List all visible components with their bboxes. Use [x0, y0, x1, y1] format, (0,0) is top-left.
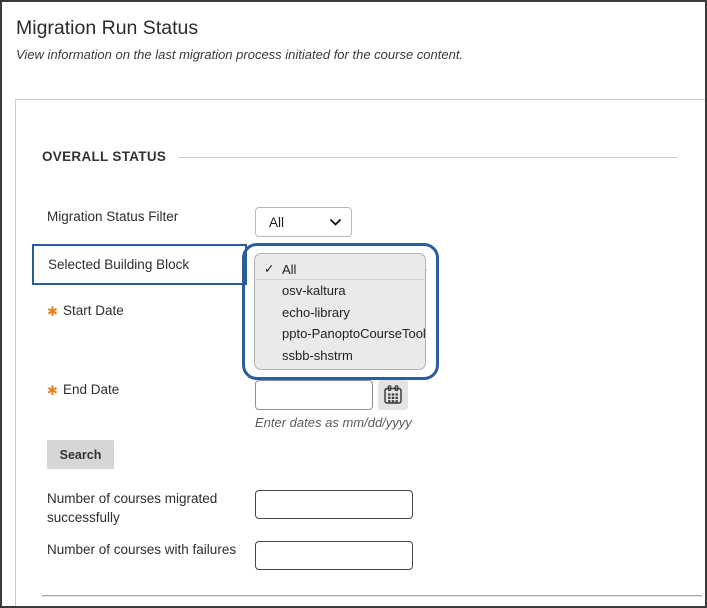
- menu-item-label: ppto-PanoptoCourseTool: [282, 326, 426, 341]
- menu-item-all[interactable]: ✓ All: [255, 259, 425, 280]
- end-date-input[interactable]: [255, 380, 373, 410]
- bottom-divider: [42, 595, 702, 596]
- courses-migrated-input[interactable]: [255, 490, 413, 519]
- building-block-dropdown-callout: ✓ All osv-kaltura echo-library ppto-Pano…: [242, 243, 439, 380]
- menu-item-osv-kaltura[interactable]: osv-kaltura: [255, 280, 425, 301]
- calendar-icon: [382, 384, 404, 406]
- menu-item-ppto-panoptocoursetool[interactable]: ppto-PanoptoCourseTool: [255, 323, 425, 344]
- menu-item-label: ssbb-shstrm: [282, 348, 353, 363]
- building-block-dropdown-menu: ✓ All osv-kaltura echo-library ppto-Pano…: [254, 253, 426, 370]
- menu-item-label: osv-kaltura: [282, 283, 346, 298]
- check-icon: ✓: [264, 259, 274, 280]
- selected-building-block-label: Selected Building Block: [48, 257, 189, 272]
- chevron-down-icon: [330, 219, 341, 226]
- courses-failures-input[interactable]: [255, 541, 413, 570]
- search-button[interactable]: Search: [47, 440, 114, 469]
- menu-item-echo-library[interactable]: echo-library: [255, 302, 425, 323]
- end-date-label: End Date: [63, 382, 119, 397]
- migration-status-selected-value: All: [269, 215, 284, 230]
- migration-run-status-page: Migration Run Status View information on…: [0, 0, 707, 608]
- menu-item-label: All: [282, 262, 296, 277]
- required-icon: ✱: [47, 304, 58, 320]
- start-date-label: Start Date: [63, 303, 124, 318]
- section-header: OVERALL STATUS: [42, 149, 677, 164]
- menu-item-ssbb-shstrm[interactable]: ssbb-shstrm: [255, 345, 425, 366]
- page-subtitle: View information on the last migration p…: [16, 47, 463, 62]
- required-icon: ✱: [47, 383, 58, 399]
- page-title: Migration Run Status: [16, 17, 198, 40]
- migration-status-filter-label: Migration Status Filter: [47, 209, 178, 224]
- migration-status-select[interactable]: All: [255, 207, 352, 237]
- courses-failures-label: Number of courses with failures: [47, 542, 236, 557]
- date-format-hint: Enter dates as mm/dd/yyyy: [255, 415, 412, 430]
- menu-item-label: echo-library: [282, 305, 350, 320]
- section-divider: [179, 157, 677, 158]
- selected-building-block-highlight: Selected Building Block: [32, 244, 247, 285]
- section-heading: OVERALL STATUS: [42, 149, 166, 164]
- courses-migrated-label: Number of courses migrated successfully: [47, 490, 252, 527]
- end-date-calendar-button[interactable]: [378, 380, 408, 410]
